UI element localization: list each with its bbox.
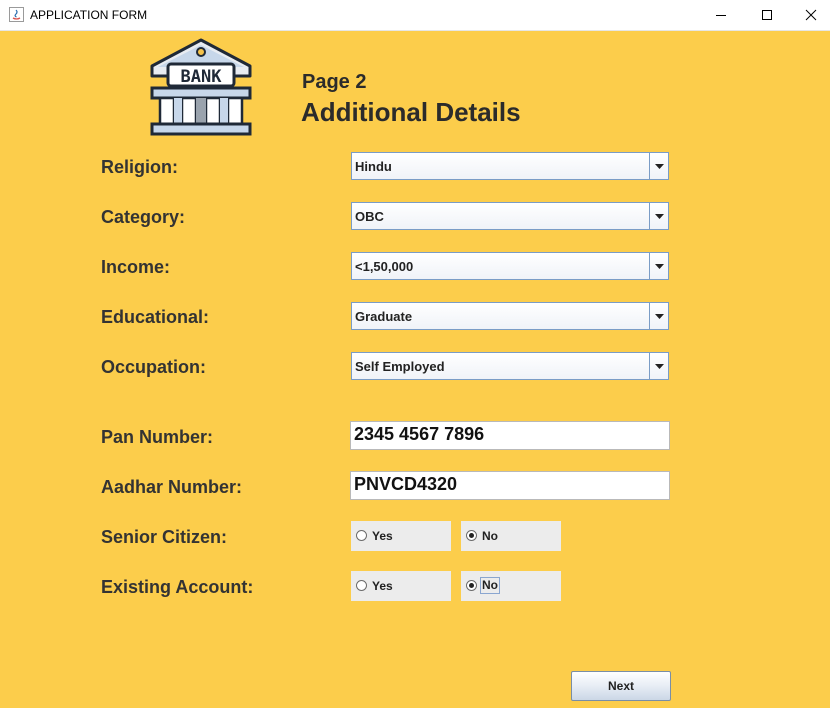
senior-citizen-label: Senior Citizen: — [101, 527, 228, 547]
form-panel: BANK Page 2 Additional Details Religion:… — [0, 31, 830, 708]
occupation-value: Self Employed — [355, 359, 445, 374]
occupation-label: Occupation: — [101, 357, 207, 377]
java-app-icon — [9, 7, 24, 22]
radio-label: Yes — [372, 579, 393, 593]
religion-label: Religion: — [101, 157, 178, 177]
aadhar-number-label: Aadhar Number: — [101, 477, 243, 497]
existing-account-label: Existing Account: — [101, 577, 254, 597]
window-titlebar: APPLICATION FORM — [0, 0, 830, 31]
maximize-button[interactable] — [744, 0, 790, 30]
aadhar-number-input[interactable]: PNVCD4320 — [350, 471, 670, 500]
page-title: Additional Details — [301, 97, 521, 127]
radio-label: No — [482, 529, 498, 543]
category-value: OBC — [355, 209, 384, 224]
income-value: <1,50,000 — [355, 259, 414, 274]
category-label: Category: — [101, 207, 186, 227]
close-button[interactable] — [788, 0, 830, 30]
maximize-icon — [762, 10, 772, 20]
existing-account-yes-radio[interactable]: Yes — [351, 571, 451, 601]
minimize-button[interactable] — [698, 0, 744, 30]
chevron-down-icon[interactable] — [649, 203, 668, 229]
radio-checked-icon[interactable] — [466, 580, 477, 591]
income-dropdown[interactable]: <1,50,000 — [351, 252, 669, 280]
educational-dropdown[interactable]: Graduate — [351, 302, 669, 330]
senior-citizen-yes-radio[interactable]: Yes — [351, 521, 451, 551]
chevron-down-icon[interactable] — [649, 153, 668, 179]
religion-dropdown[interactable]: Hindu — [351, 152, 669, 180]
window-title: APPLICATION FORM — [30, 8, 148, 22]
educational-value: Graduate — [355, 309, 413, 324]
radio-label: No — [480, 577, 500, 594]
page-number: Page 2 — [302, 71, 367, 93]
chevron-down-icon[interactable] — [649, 303, 668, 329]
radio-checked-icon[interactable] — [466, 530, 477, 541]
pan-number-label: Pan Number: — [101, 427, 214, 447]
radio-label: Yes — [372, 529, 393, 543]
pan-number-input[interactable]: 2345 4567 7896 — [350, 421, 670, 450]
minimize-icon — [716, 15, 726, 16]
religion-value: Hindu — [355, 159, 392, 174]
category-dropdown[interactable]: OBC — [351, 202, 669, 230]
occupation-dropdown[interactable]: Self Employed — [351, 352, 669, 380]
existing-account-no-radio[interactable]: No — [461, 571, 561, 601]
close-icon — [805, 9, 817, 21]
chevron-down-icon[interactable] — [649, 353, 668, 379]
radio-unchecked-icon[interactable] — [356, 580, 367, 591]
senior-citizen-no-radio[interactable]: No — [461, 521, 561, 551]
income-label: Income: — [101, 257, 171, 277]
radio-unchecked-icon[interactable] — [356, 530, 367, 541]
logo-text: BANK — [181, 67, 223, 87]
next-button[interactable]: Next — [571, 671, 671, 701]
bank-logo-icon: BANK — [150, 38, 252, 136]
chevron-down-icon[interactable] — [649, 253, 668, 279]
educational-label: Educational: — [101, 307, 210, 327]
